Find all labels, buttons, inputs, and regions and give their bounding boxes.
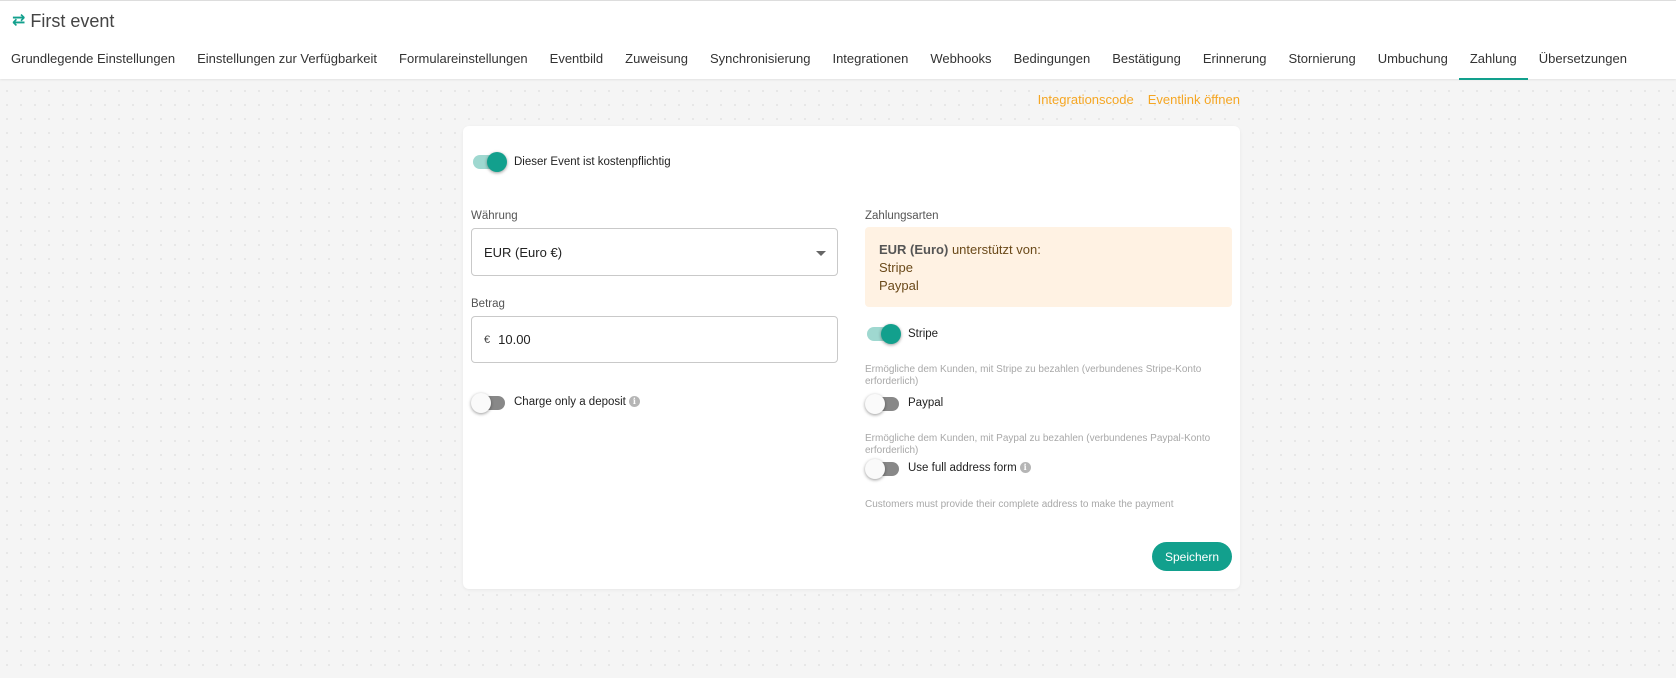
full-address-hint: Customers must provide their complete ad… (865, 499, 1174, 510)
integration-code-link[interactable]: Integrationscode (1038, 92, 1134, 107)
currency-select[interactable]: EUR (Euro €) (471, 228, 838, 276)
amount-label: Betrag (471, 298, 505, 310)
tab-cancellation[interactable]: Stornierung (1277, 39, 1366, 80)
full-address-label: Use full address form (908, 462, 1017, 474)
tab-assignment[interactable]: Zuweisung (614, 39, 699, 80)
paid-event-label: Dieser Event ist kostenpflichtig (514, 156, 671, 168)
stripe-toggle[interactable] (867, 324, 901, 344)
notice-provider-stripe: Stripe (879, 260, 913, 275)
info-icon[interactable]: i (1019, 462, 1031, 474)
deposit-toggle[interactable] (471, 393, 505, 413)
tab-event-image[interactable]: Eventbild (539, 39, 614, 80)
paypal-hint: Ermögliche dem Kunden, mit Paypal zu bez… (865, 433, 1211, 456)
deposit-label: Charge only a deposit (514, 396, 626, 408)
toggle-knob (865, 394, 885, 414)
tab-reminder[interactable]: Erinnerung (1192, 39, 1278, 80)
tab-synchronization[interactable]: Synchronisierung (699, 39, 821, 80)
notice-provider-paypal: Paypal (879, 278, 919, 293)
toggle-knob (487, 152, 507, 172)
tab-bar: Grundlegende Einstellungen Einstellungen… (0, 39, 1638, 80)
paypal-label: Paypal (908, 397, 944, 409)
info-icon[interactable]: i (628, 396, 640, 408)
full-address-toggle[interactable] (865, 459, 899, 479)
tab-payment[interactable]: Zahlung (1458, 39, 1528, 80)
tab-form-settings[interactable]: Formulareinstellungen (388, 39, 539, 80)
currency-label: Währung (471, 210, 518, 222)
paid-event-toggle[interactable] (473, 152, 507, 172)
toggle-knob (471, 393, 491, 413)
deposit-label-row: Charge only a deposit i (514, 395, 640, 409)
notice-heading: EUR (Euro) unterstützt von: (879, 241, 1218, 259)
open-event-link[interactable]: Eventlink öffnen (1148, 92, 1240, 107)
notice-suffix: unterstützt von: (948, 242, 1041, 257)
tab-translations[interactable]: Übersetzungen (1528, 39, 1638, 80)
tab-basic-settings[interactable]: Grundlegende Einstellungen (0, 39, 186, 80)
notice-currency: EUR (Euro) (879, 242, 949, 257)
tab-availability[interactable]: Einstellungen zur Verfügbarkeit (186, 39, 388, 80)
supported-providers-notice: EUR (Euro) unterstützt von: Stripe Paypa… (865, 227, 1232, 307)
currency-value: EUR (Euro €) (484, 244, 563, 260)
payment-methods-label: Zahlungsarten (865, 210, 939, 222)
swap-arrows-icon[interactable]: ⇄ (12, 10, 25, 32)
tab-conditions[interactable]: Bedingungen (1003, 39, 1102, 80)
page-title: First event (30, 11, 115, 31)
page-header: ⇄ First event (12, 10, 114, 32)
tab-confirmation[interactable]: Bestätigung (1101, 39, 1192, 80)
stripe-hint: Ermögliche dem Kunden, mit Stripe zu bez… (865, 364, 1202, 387)
toggle-knob (865, 459, 885, 479)
top-bar: ⇄ First event Grundlegende Einstellungen… (0, 0, 1676, 80)
stripe-label: Stripe (908, 328, 939, 340)
payment-card: Dieser Event ist kostenpflichtig Währung… (463, 126, 1240, 589)
amount-field[interactable]: € 10.00 (471, 316, 838, 363)
amount-value: 10.00 (498, 332, 531, 347)
save-button[interactable]: Speichern (1152, 542, 1232, 571)
euro-prefix: € (484, 333, 491, 346)
paypal-toggle[interactable] (865, 394, 899, 414)
event-links: Integrationscode Eventlink öffnen (1038, 92, 1240, 107)
tab-rebooking[interactable]: Umbuchung (1367, 39, 1459, 80)
chevron-down-icon (816, 251, 826, 256)
tab-webhooks[interactable]: Webhooks (919, 39, 1002, 80)
full-address-label-row: Use full address form i (908, 461, 1031, 475)
tab-integrations[interactable]: Integrationen (821, 39, 919, 80)
toggle-knob (881, 324, 901, 344)
